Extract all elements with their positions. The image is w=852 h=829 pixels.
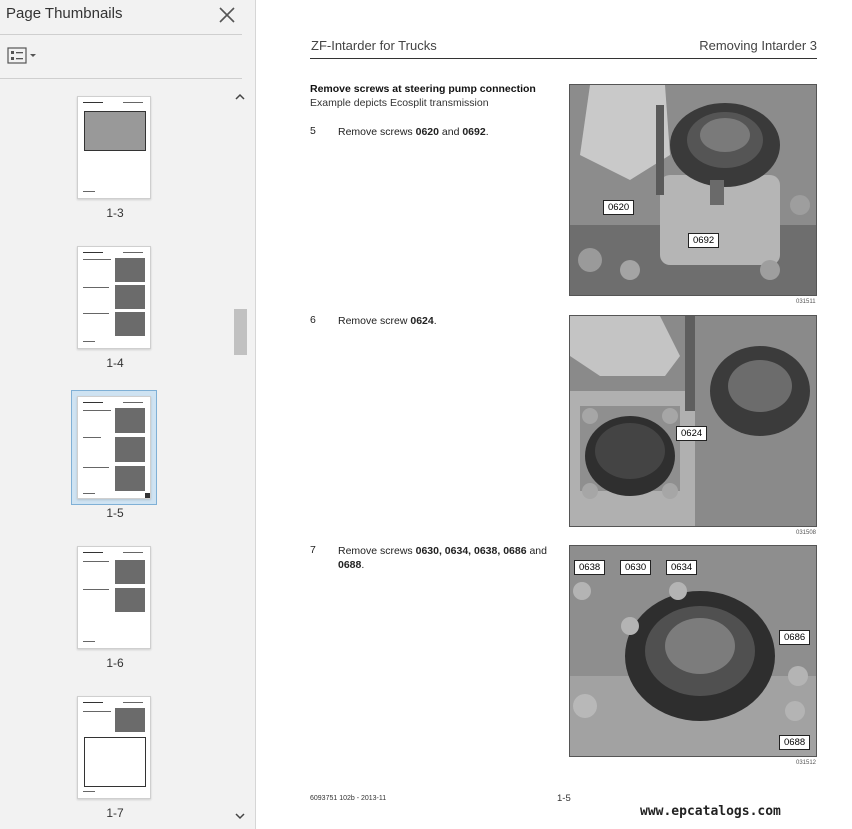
- callout-label: 0624: [676, 426, 708, 441]
- callout-label: 0634: [666, 560, 698, 575]
- thumbnail-item[interactable]: 1-4: [0, 235, 233, 385]
- thumbnail-options-icon[interactable]: [7, 46, 39, 66]
- thumbnail-item[interactable]: 1-3: [0, 85, 233, 235]
- step-photo: 0620 0692: [569, 84, 817, 296]
- step-photo: 0624: [569, 315, 817, 527]
- thumbnail-label: 1-4: [106, 356, 124, 370]
- figure-id: 031511: [796, 299, 816, 305]
- callout-label: 0620: [603, 200, 635, 215]
- thumbnail-page[interactable]: [77, 246, 151, 349]
- callout-label: 0638: [574, 560, 606, 575]
- callout-label: 0692: [688, 233, 720, 248]
- figure-id: 031508: [796, 530, 817, 536]
- procedure-note: Example depicts Ecosplit transmission: [310, 97, 489, 109]
- thumbnail-label: 1-6: [106, 656, 124, 670]
- thumbnail-item[interactable]: 1-7: [0, 685, 233, 829]
- thumbnail-label: 1-3: [106, 206, 124, 220]
- close-icon[interactable]: [216, 4, 238, 26]
- step-number: 6: [310, 314, 316, 326]
- section-title: Removing Intarder 3: [699, 38, 817, 53]
- thumbnail-page[interactable]: [77, 546, 151, 649]
- scrollbar-thumb[interactable]: [234, 309, 247, 355]
- thumbnail-page[interactable]: [77, 696, 151, 799]
- step-number: 7: [310, 544, 316, 556]
- watermark: www.epcatalogs.com: [640, 804, 781, 819]
- scroll-up-icon[interactable]: [233, 90, 247, 104]
- document-number: 6093751 102b - 2013-11: [310, 795, 387, 802]
- thumbnail-list: 1-3 1-4 1-5 1-6 1-7: [0, 85, 233, 829]
- step-number: 5: [310, 125, 316, 137]
- thumbnail-page[interactable]: [77, 396, 151, 499]
- procedure-heading: Remove screws at steering pump connectio…: [310, 83, 536, 95]
- figure-id: 031512: [796, 760, 817, 766]
- step-photo: 0638 0630 0634 0686 0688: [569, 545, 817, 757]
- callout-label: 0688: [779, 735, 811, 750]
- step-text: Remove screws 0620 and 0692.: [338, 126, 489, 138]
- step-text: Remove screws 0630, 0634, 0638, 0686 and…: [338, 545, 547, 571]
- thumbnail-label: 1-7: [106, 806, 124, 820]
- callout-label: 0686: [779, 630, 811, 645]
- document-title: ZF-Intarder for Trucks: [311, 38, 437, 53]
- page-number: 1-5: [557, 793, 571, 804]
- scroll-down-icon[interactable]: [233, 809, 247, 823]
- thumbnail-page[interactable]: [77, 96, 151, 199]
- panel-title: Page Thumbnails: [6, 5, 123, 22]
- callout-label: 0630: [620, 560, 652, 575]
- thumbnail-item[interactable]: 1-6: [0, 535, 233, 685]
- divider: [0, 78, 242, 79]
- thumbnail-label: 1-5: [106, 506, 124, 520]
- thumbnails-panel: Page Thumbnails 1-3 1-4 1-5 1-6 1-7: [0, 0, 256, 829]
- thumbnail-item-selected[interactable]: 1-5: [0, 385, 233, 535]
- step-text: Remove screw 0624.: [338, 315, 437, 327]
- header-rule: [310, 58, 817, 59]
- divider: [0, 34, 242, 35]
